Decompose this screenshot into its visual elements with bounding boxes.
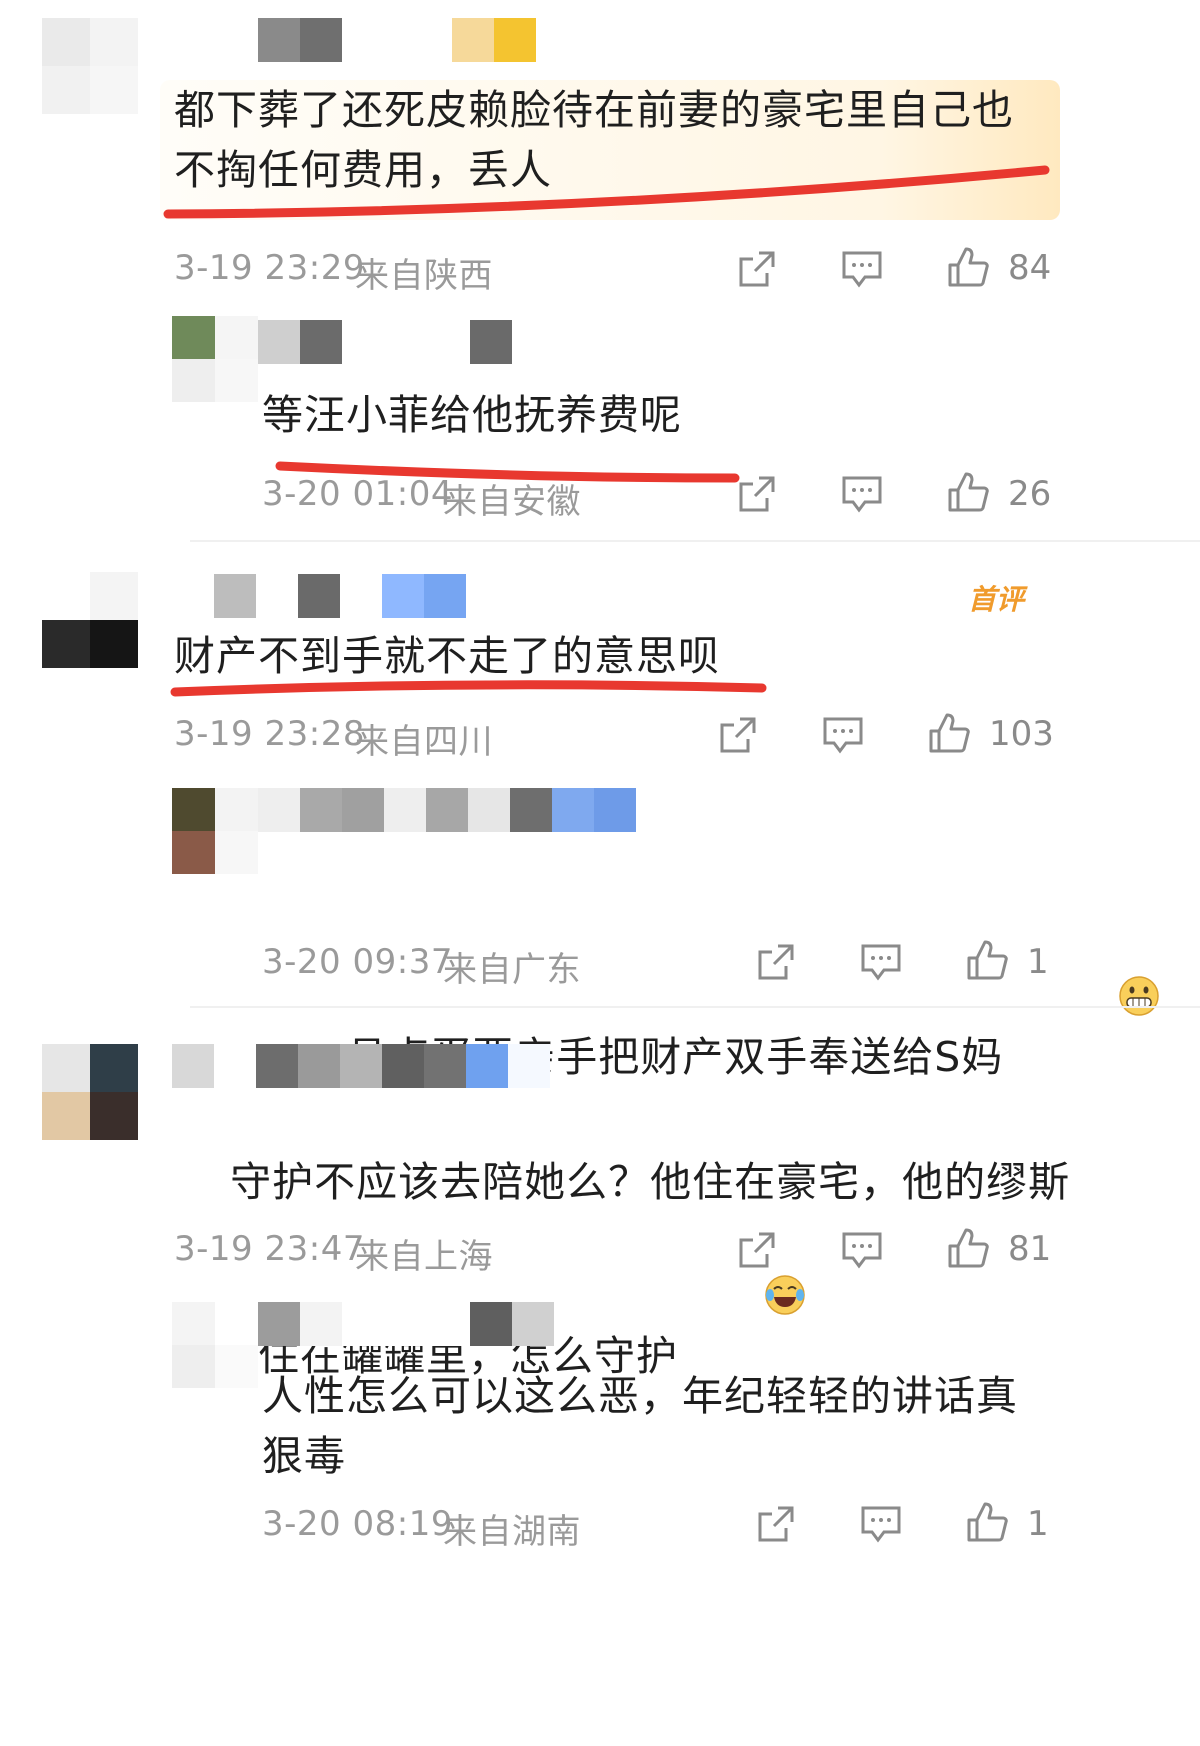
- username[interactable]: [214, 574, 466, 618]
- thumbs-up-icon[interactable]: [925, 709, 973, 757]
- avatar[interactable]: [42, 18, 138, 114]
- share-icon[interactable]: [733, 245, 781, 293]
- divider: [190, 540, 1200, 542]
- like-count: 1: [1027, 942, 1049, 982]
- username[interactable]: [172, 1044, 550, 1088]
- username[interactable]: [258, 18, 536, 62]
- comment-icon[interactable]: [838, 470, 886, 518]
- like-count: 81: [1008, 1229, 1052, 1269]
- comment-text: 财产不到手就不走了的意思呗: [174, 632, 720, 680]
- comment-icon[interactable]: [819, 711, 867, 759]
- comment-icon[interactable]: [838, 245, 886, 293]
- avatar[interactable]: [172, 316, 258, 402]
- like-count: 103: [989, 714, 1054, 754]
- comment-location: 来自陕西: [355, 256, 493, 296]
- reply-location: 来自安徽: [443, 482, 581, 522]
- grinning-emoji: [1005, 913, 1159, 1093]
- thumbs-up-icon[interactable]: [944, 1224, 992, 1272]
- comment-text-content: 守护不应该去陪她么？他住在豪宅，他的缪斯 女神住在罐罐里，怎么守护: [174, 1158, 1071, 1380]
- thumbs-up-icon[interactable]: [944, 468, 992, 516]
- reply-time: 3-20 08:19: [262, 1504, 453, 1544]
- comment-icon[interactable]: [857, 1500, 905, 1548]
- username[interactable]: [258, 1302, 554, 1346]
- share-icon[interactable]: [752, 938, 800, 986]
- comment-text: 都下葬了还死皮赖脸待在前妻的豪宅里自己也 不掏任何费用，丢人: [174, 86, 1014, 194]
- like-count: 1: [1027, 1504, 1049, 1544]
- thumbs-up-icon[interactable]: [963, 936, 1011, 984]
- reply-time: 3-20 01:04: [262, 474, 453, 514]
- share-icon[interactable]: [752, 1500, 800, 1548]
- comment-time: 3-19 23:29: [174, 248, 365, 288]
- share-icon[interactable]: [733, 470, 781, 518]
- like-count: 26: [1008, 474, 1052, 514]
- comment-location: 来自上海: [355, 1237, 493, 1277]
- reply-time: 3-20 09:37: [262, 942, 453, 982]
- share-icon[interactable]: [733, 1226, 781, 1274]
- thumbs-up-icon[interactable]: [944, 243, 992, 291]
- comment-location: 来自四川: [355, 722, 493, 762]
- first-comment-badge: 首评: [968, 583, 1025, 616]
- username[interactable]: [258, 788, 636, 832]
- share-icon[interactable]: [714, 711, 762, 759]
- reply-location: 来自广东: [443, 950, 581, 990]
- avatar[interactable]: [172, 788, 258, 874]
- comment-icon[interactable]: [857, 938, 905, 986]
- thumbs-up-icon[interactable]: [963, 1498, 1011, 1546]
- reply-text: 人性怎么可以这么恶，年纪轻轻的讲话真 狠毒: [262, 1372, 1018, 1480]
- comment-time: 3-19 23:28: [174, 714, 365, 754]
- reply-text: 等汪小菲给他抚养费呢: [262, 391, 682, 439]
- comment-time: 3-19 23:47: [174, 1229, 365, 1269]
- avatar[interactable]: [42, 1044, 138, 1140]
- reply-location: 来自湖南: [443, 1512, 581, 1552]
- comment-icon[interactable]: [838, 1226, 886, 1274]
- avatar[interactable]: [172, 1302, 258, 1388]
- like-count: 84: [1008, 248, 1052, 288]
- username[interactable]: [258, 320, 512, 364]
- divider: [190, 1006, 1200, 1008]
- avatar[interactable]: [42, 572, 138, 668]
